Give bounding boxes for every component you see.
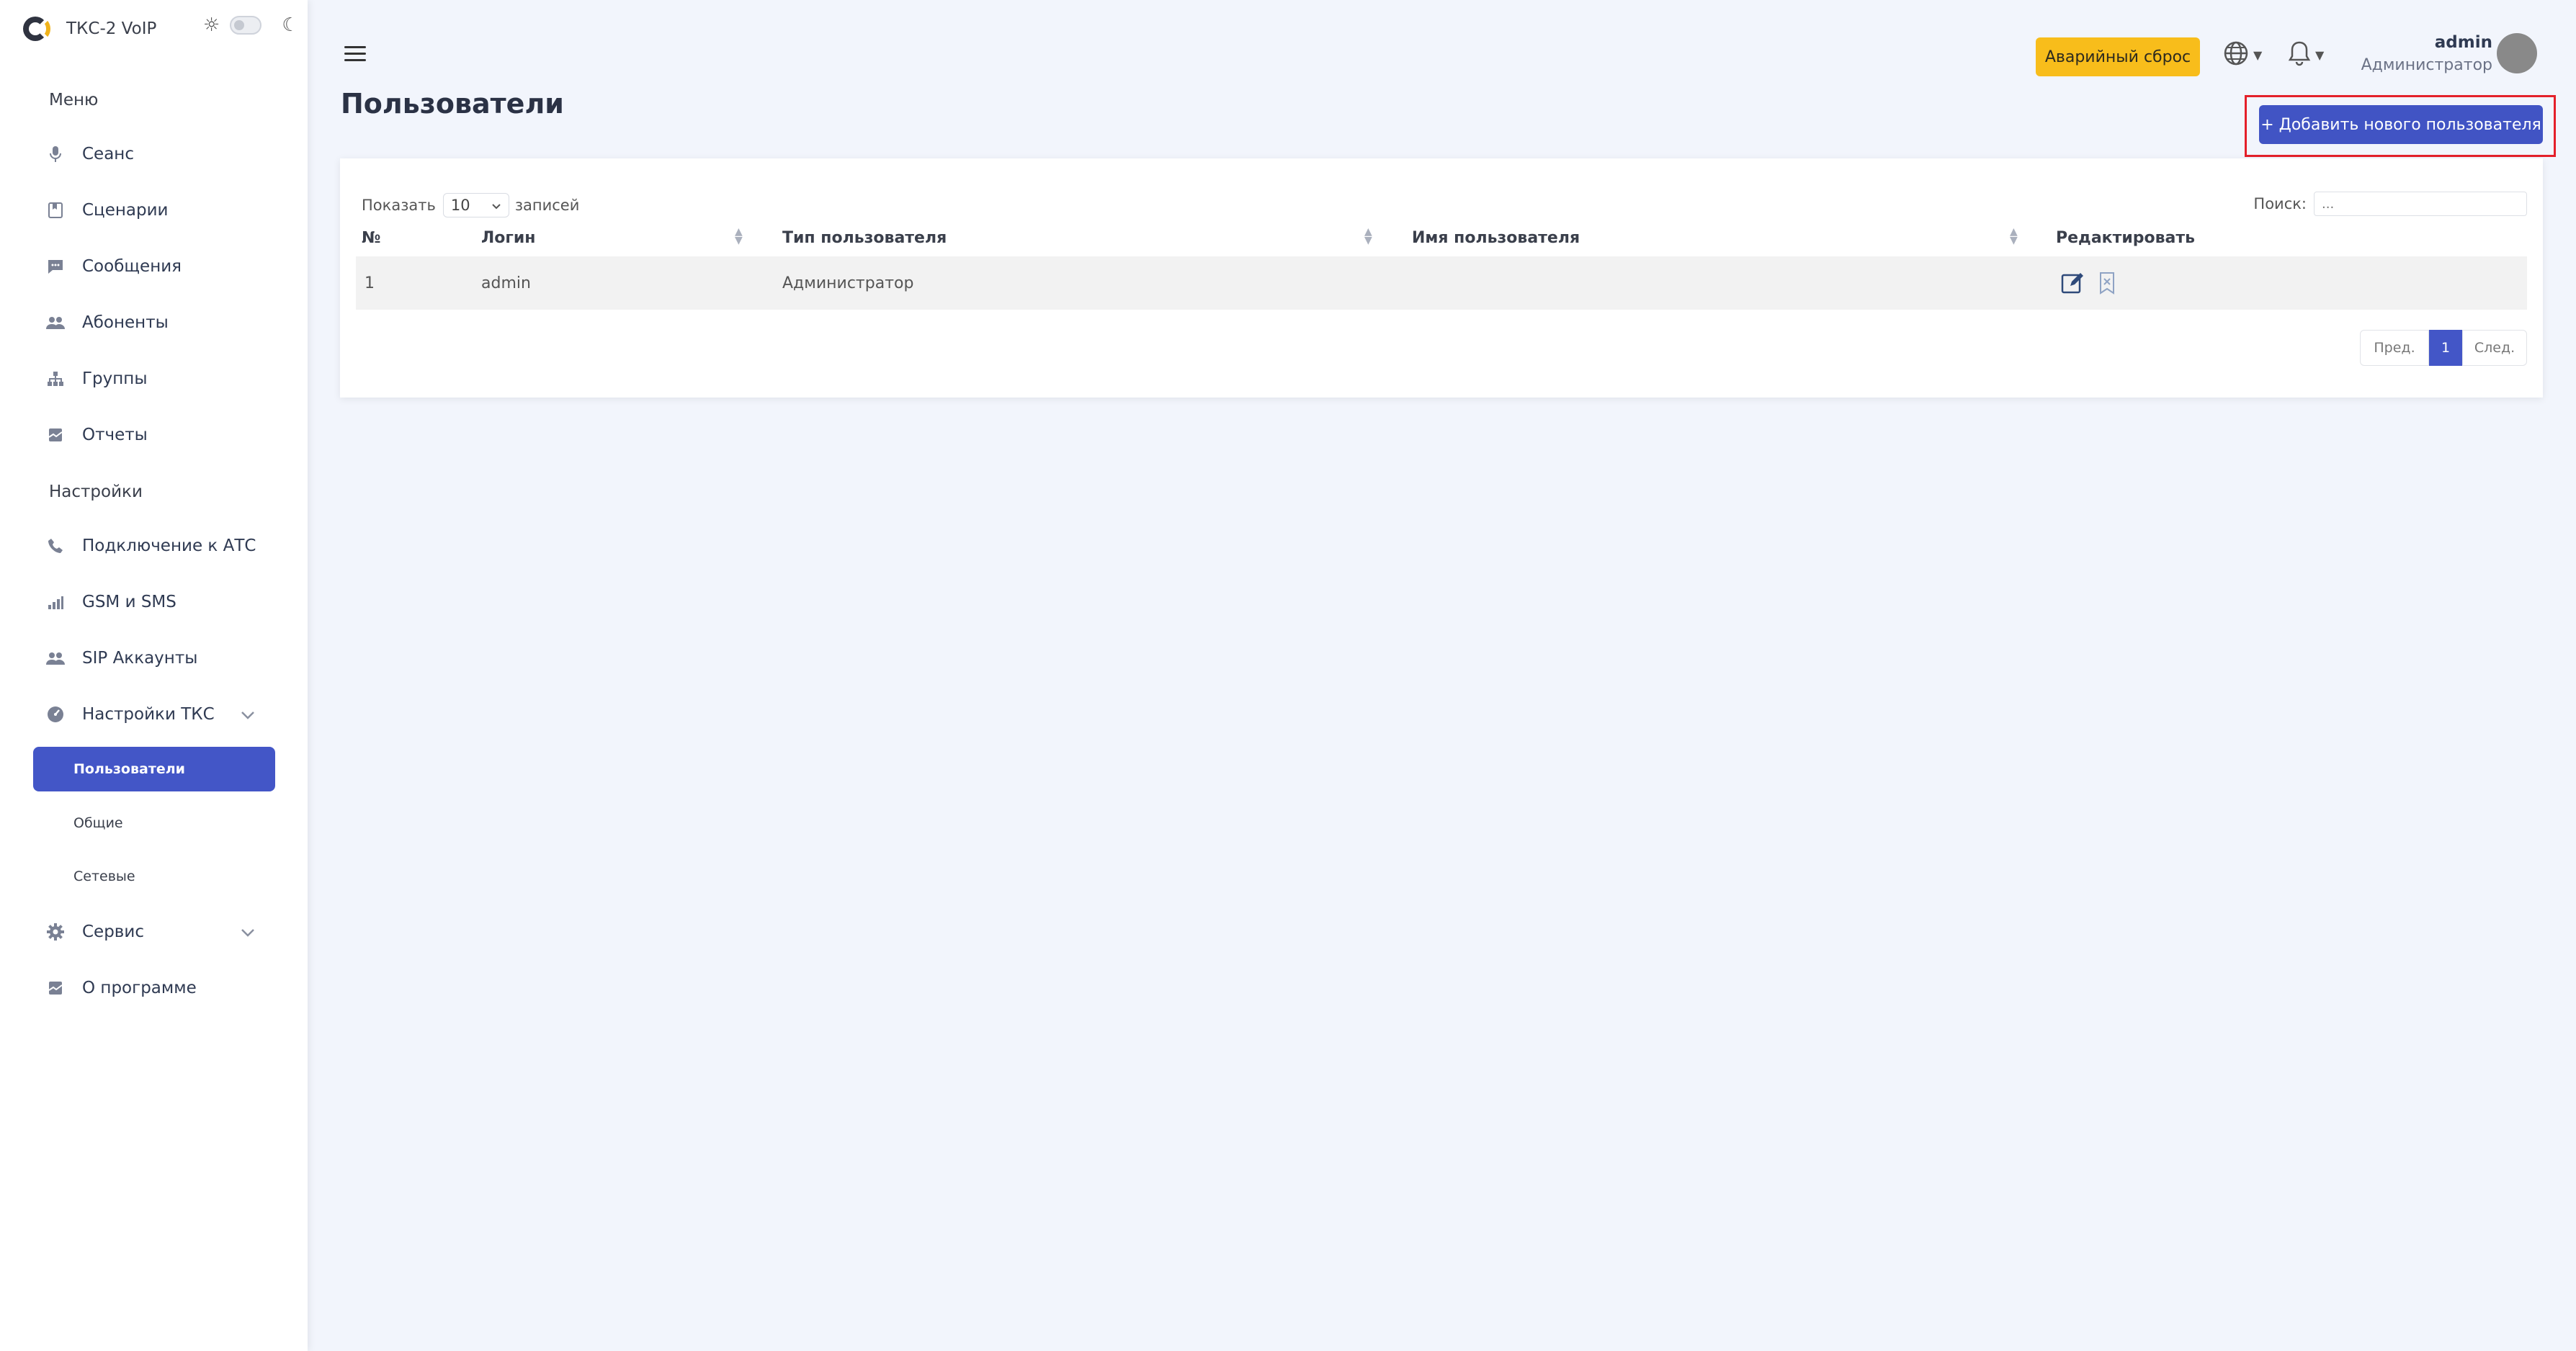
edit-icon[interactable] (2060, 271, 2085, 295)
brand[interactable]: ТКС-2 VoIP (23, 16, 156, 42)
sidebar-subitem-general[interactable]: Общие (33, 801, 275, 845)
notifications-dropdown[interactable]: ▼ (2288, 40, 2324, 69)
hierarchy-icon (46, 369, 65, 388)
sidebar-item-label: Абоненты (82, 313, 169, 332)
moon-icon: ☾ (282, 14, 299, 36)
sidebar-item-reports[interactable]: Отчеты (46, 421, 148, 449)
sidebar-item-label: Отчеты (82, 426, 148, 444)
bell-icon (2288, 40, 2311, 69)
page-size-value: 10 (450, 197, 470, 214)
sidebar-item-label: Сообщения (82, 257, 182, 276)
column-header-user-type[interactable]: Тип пользователя (782, 223, 947, 252)
sidebar-item-label: GSM и SMS (82, 593, 176, 611)
avatar[interactable] (2497, 33, 2537, 73)
menu-section-label: Меню (49, 91, 99, 109)
table-row: 1 admin Администратор (356, 256, 2527, 310)
pagination: Пред. 1 След. (2360, 330, 2527, 366)
sidebar-subitem-network[interactable]: Сетевые (33, 854, 275, 899)
sidebar-item-session[interactable]: Сеанс (46, 140, 134, 169)
users-icon (46, 313, 65, 332)
search-input[interactable] (2314, 192, 2527, 216)
sort-icon[interactable]: ▲ ▼ (1364, 227, 1372, 246)
table-header: № Логин ▲ ▼ Тип пользователя ▲ ▼ Имя польз… (356, 223, 2527, 252)
menu-toggle-icon[interactable] (344, 46, 366, 65)
settings-section-label: Настройки (49, 482, 143, 501)
cell-login: admin (481, 274, 531, 292)
users-icon (46, 649, 65, 668)
report-icon (46, 979, 65, 997)
delete-icon[interactable] (2095, 271, 2119, 295)
sort-icon[interactable]: ▲ ▼ (2010, 227, 2018, 246)
microphone-icon (46, 145, 65, 163)
sidebar-item-gsm-sms[interactable]: GSM и SMS (46, 588, 176, 616)
theme-toggle[interactable] (230, 16, 262, 35)
table-search: Поиск: (2253, 192, 2527, 216)
language-dropdown[interactable]: ▼ (2223, 40, 2262, 69)
caret-down-icon: ▼ (2253, 48, 2263, 62)
sort-asc-icon[interactable]: ▲ ▼ (735, 227, 743, 246)
gauge-icon (46, 705, 65, 724)
phone-icon (46, 537, 65, 555)
sidebar-item-sip-accounts[interactable]: SIP Аккаунты (46, 644, 197, 673)
sidebar-item-groups[interactable]: Группы (46, 364, 147, 393)
cell-number: 1 (365, 274, 375, 292)
user-name: admin (2434, 33, 2492, 52)
users-table-card: Показать 10 записей Поиск: № Логин ▲▼ Ти… (340, 158, 2543, 398)
pagination-next-button[interactable]: След. (2462, 330, 2527, 366)
add-user-button[interactable]: + Добавить нового пользователя (2259, 105, 2543, 144)
page-length-control: Показать 10 записей (362, 193, 579, 217)
search-label: Поиск: (2253, 195, 2307, 212)
sidebar-item-label: Сценарии (82, 201, 169, 220)
sidebar-item-service[interactable]: Сервис (46, 917, 254, 946)
sidebar-item-scenarios[interactable]: Сценарии (46, 196, 169, 225)
pagination-page-button[interactable]: 1 (2429, 330, 2462, 366)
bookmark-icon (46, 201, 65, 220)
emergency-reset-button[interactable]: Аварийный сброс (2036, 37, 2200, 76)
chevron-down-icon (241, 923, 255, 941)
globe-icon (2223, 40, 2249, 69)
user-menu[interactable]: admin Администратор (2361, 30, 2547, 81)
column-header-edit: Редактировать (2056, 228, 2196, 247)
sun-icon: ☼ (203, 14, 220, 36)
sidebar-item-messages[interactable]: Сообщения (46, 252, 182, 281)
app-title: ТКС-2 VoIP (66, 19, 157, 38)
page-title: Пользователи (341, 88, 564, 120)
caret-down-icon: ▼ (2315, 48, 2325, 62)
sidebar-item-label: Сервис (82, 923, 144, 941)
chat-icon (46, 257, 65, 276)
show-label: Показать (362, 197, 436, 214)
theme-switcher: ☼ ☾ (203, 16, 299, 35)
report-icon (46, 426, 65, 444)
sidebar-item-subscribers[interactable]: Абоненты (46, 308, 169, 337)
gear-icon (46, 923, 65, 941)
signal-icon (46, 593, 65, 611)
chevron-down-icon (241, 706, 255, 724)
user-role: Администратор (2361, 56, 2492, 74)
sidebar-item-tks-settings[interactable]: Настройки ТКС (46, 700, 254, 729)
sidebar-item-label: Подключение к АТС (82, 537, 256, 555)
sidebar-item-pbx-connection[interactable]: Подключение к АТС (46, 531, 256, 560)
sidebar-item-label: Настройки ТКС (82, 705, 215, 724)
column-header-login[interactable]: Логин (481, 223, 536, 252)
column-header-user-name[interactable]: Имя пользователя (1412, 223, 1580, 252)
sidebar: ТКС-2 VoIP ☼ ☾ Меню Сеанс Сценарии Сообщ… (0, 0, 308, 1351)
pagination-prev-button[interactable]: Пред. (2360, 330, 2429, 366)
sidebar-subitem-users[interactable]: Пользователи (33, 747, 275, 791)
cell-user-type: Администратор (782, 274, 914, 292)
entries-label: записей (514, 197, 580, 214)
sidebar-item-label: Сеанс (82, 145, 134, 163)
sidebar-item-label: О программе (82, 979, 197, 997)
page-size-select[interactable]: 10 (442, 193, 509, 217)
chevron-down-icon (491, 197, 501, 214)
app-logo-icon (23, 15, 50, 42)
sidebar-item-about[interactable]: О программе (46, 974, 197, 1002)
sidebar-item-label: SIP Аккаунты (82, 649, 198, 668)
column-header-number[interactable]: № (362, 223, 380, 252)
sidebar-item-label: Группы (82, 369, 148, 388)
